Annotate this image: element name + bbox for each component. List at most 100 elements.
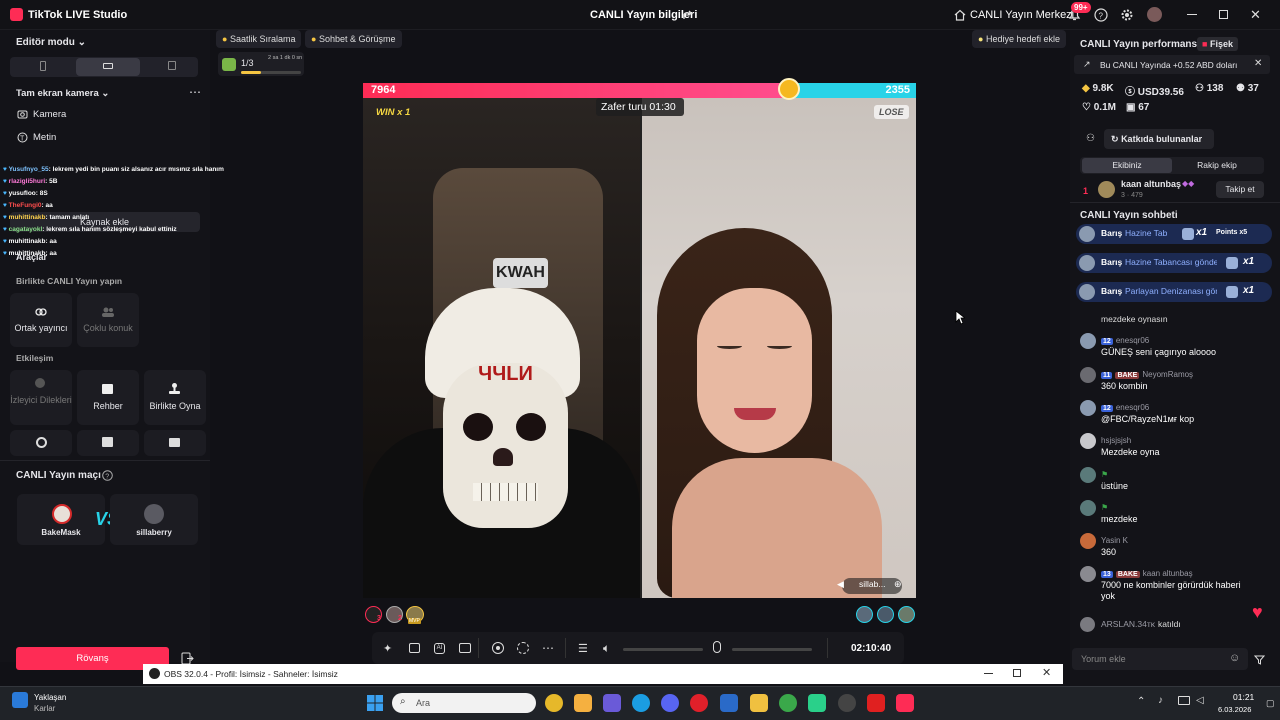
emoji-icon[interactable]: ☺ (1229, 652, 1240, 664)
network-icon[interactable] (1178, 696, 1190, 705)
tiktok-taskbar-icon[interactable] (896, 694, 914, 712)
more-icon[interactable]: ⋯ (189, 85, 201, 99)
file-explorer-icon[interactable] (574, 694, 592, 712)
tab-opponent-team[interactable]: Rakip ekip (1172, 160, 1262, 170)
app-icon[interactable] (808, 694, 826, 712)
guide-tile[interactable] (77, 370, 139, 425)
mail-icon[interactable] (720, 694, 738, 712)
mic-tray-icon[interactable]: ♪ (1158, 695, 1163, 706)
close-icon[interactable]: ✕ (1250, 7, 1261, 23)
chat-avatar[interactable] (1080, 533, 1096, 549)
chat-username[interactable]: hsjsjsjsh (1101, 436, 1131, 445)
overlay-chat-name: TheFungi0 (8, 202, 42, 209)
settings-gear-icon[interactable] (1120, 8, 1134, 22)
minimize-icon[interactable] (1187, 14, 1197, 15)
heart-like-icon[interactable]: ♥ (1252, 602, 1263, 623)
chrome-icon[interactable] (545, 694, 563, 712)
volume-slider[interactable] (623, 648, 703, 651)
speaker-tray-icon[interactable]: ◁ (1196, 695, 1204, 706)
layout-icon[interactable] (459, 643, 471, 653)
hourly-rank-button[interactable]: ● Saatlik Sıralama (216, 30, 302, 48)
overlay-chat-name: muhittinakb (8, 214, 46, 221)
editor-mode-dropdown[interactable]: Editör modu ⌄ (16, 37, 86, 48)
more-options-icon[interactable]: ⋯ (542, 641, 554, 655)
chat-username[interactable]: enesqr06 (1116, 403, 1149, 412)
people-settings-icon[interactable]: ⚇ (1086, 133, 1095, 144)
volume-icon[interactable]: 🔈︎ (603, 641, 610, 656)
chat-avatar[interactable] (1080, 433, 1096, 449)
chat-avatar[interactable] (1080, 367, 1096, 383)
chat-username[interactable]: Yasin K (1101, 536, 1128, 545)
help-icon[interactable]: ? (1094, 8, 1108, 22)
opera-icon[interactable] (690, 694, 708, 712)
right-gifter-2[interactable] (877, 606, 894, 623)
svg-text:?: ? (105, 474, 109, 481)
home-icon[interactable] (954, 9, 966, 21)
folder-icon[interactable] (750, 694, 768, 712)
play-together-tile[interactable] (144, 370, 206, 425)
discord-icon[interactable] (661, 694, 679, 712)
chat-meet-button[interactable]: ● Sohbet & Görüşme (305, 30, 402, 48)
landscape-layout-icon[interactable] (103, 63, 113, 69)
chat-username[interactable]: enesqr06 (1116, 336, 1149, 345)
obs-window-bar[interactable]: OBS 32.0.4 - Profil: İsimsiz - Sahneler:… (143, 664, 1063, 684)
taskbar-search[interactable] (392, 693, 536, 713)
overlay-chat-text: : lekrem sıla hanım sözleşmeyi kabul ett… (42, 226, 177, 233)
co-host-tile[interactable] (10, 293, 72, 347)
filter-icon[interactable] (1254, 655, 1265, 665)
obs-taskbar-icon[interactable] (838, 694, 856, 712)
magic-wand-icon[interactable]: ✦ (383, 642, 392, 655)
teams-icon[interactable] (603, 694, 621, 712)
source-text[interactable]: Metin (33, 132, 56, 143)
top-rank: 1 (1083, 186, 1089, 196)
restore-icon[interactable] (1219, 10, 1228, 19)
windows-start-icon[interactable] (367, 695, 383, 711)
chrome-2-icon[interactable] (779, 694, 797, 712)
info-icon[interactable]: ? (102, 470, 113, 481)
obs-maximize-icon[interactable] (1013, 669, 1021, 677)
sliders-icon[interactable]: ☰ (578, 642, 588, 655)
edge-icon[interactable] (632, 694, 650, 712)
portrait-layout-icon[interactable] (40, 61, 46, 71)
mic-slider[interactable] (732, 648, 812, 651)
host-video: KWAH ЧЧLИ (363, 98, 640, 598)
win-label: WIN x 1 (376, 107, 411, 118)
right-gifter-1[interactable] (856, 606, 873, 623)
chat-avatar[interactable] (1080, 333, 1096, 349)
earning-close-icon[interactable]: ✕ (1254, 58, 1262, 69)
firecracker-badge[interactable]: ■ Fişek (1197, 37, 1238, 51)
avatar[interactable] (1147, 7, 1162, 22)
top-contributor-avatar (1098, 181, 1115, 198)
camera-section-title[interactable]: Tam ekran kamera ⌄ (16, 88, 109, 99)
microphone-icon[interactable] (713, 641, 721, 653)
live-center-link[interactable]: CANLI Yayın Merkezi (970, 9, 1074, 21)
weather-icon[interactable] (12, 692, 28, 708)
search-icon: ⌕ (400, 696, 406, 707)
gift-goal-button[interactable]: ● Hediye hedefi ekle (972, 30, 1067, 48)
ai-icon[interactable]: AI (434, 643, 445, 654)
split-layout-icon[interactable] (168, 61, 176, 70)
chat-avatar[interactable] (1080, 500, 1096, 516)
source-camera[interactable]: Kamera (33, 109, 66, 120)
obs-close-icon[interactable]: ✕ (1042, 666, 1051, 679)
chevron-up-icon[interactable]: ⌃ (1137, 696, 1145, 707)
obs-minimize-icon[interactable] (984, 673, 993, 674)
speaker-icon[interactable]: ◀ (837, 579, 844, 590)
chat-avatar[interactable] (1080, 467, 1096, 483)
right-gifter-3[interactable] (898, 606, 915, 623)
chat-username[interactable]: kaan altunbaş (1143, 569, 1193, 578)
share-icon[interactable] (682, 9, 694, 21)
youtube-icon[interactable] (867, 694, 885, 712)
chat-avatar[interactable] (1080, 566, 1096, 582)
clock-time[interactable]: 01:21 (1233, 692, 1254, 702)
notification-icon[interactable]: ▢ (1266, 698, 1275, 709)
multi-guest-tile[interactable] (77, 293, 139, 347)
controls-divider-3 (827, 638, 828, 658)
chat-username[interactable]: NeyomRamoş (1142, 370, 1193, 379)
screen-effect-icon[interactable] (409, 643, 420, 653)
capture-icon[interactable] (517, 642, 529, 654)
chat-avatar[interactable] (1080, 400, 1096, 416)
add-icon[interactable]: ⊕ (894, 579, 902, 590)
clock-date[interactable]: 6.03.2026 (1218, 705, 1251, 714)
stat-likes: ♡ 0.1M (1082, 102, 1116, 113)
